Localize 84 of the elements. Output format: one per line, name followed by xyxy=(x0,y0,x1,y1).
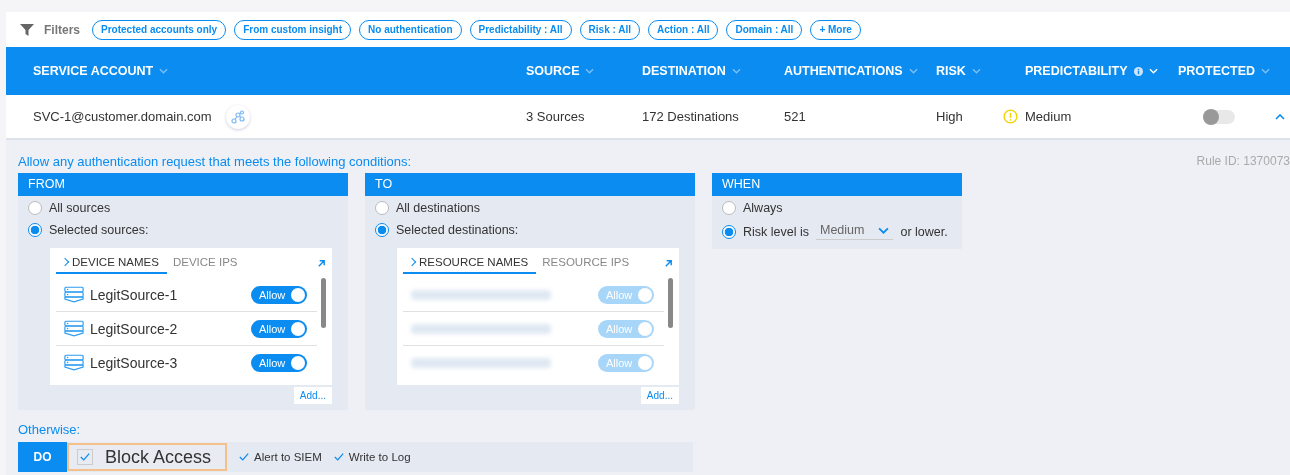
account-name: SVC-1@customer.domain.com xyxy=(33,109,212,124)
graph-icon xyxy=(230,109,245,124)
radio-button[interactable] xyxy=(375,223,389,237)
filter-icon[interactable] xyxy=(20,23,34,36)
server-icon xyxy=(64,354,84,371)
table-cell: Medium xyxy=(1025,109,1072,124)
filter-chip[interactable]: Protected accounts only xyxy=(92,19,227,40)
add-button[interactable]: Add... xyxy=(293,387,332,404)
column-header[interactable]: SOURCE xyxy=(526,64,580,78)
rule-description: Allow any authentication request that meets the following conditions: xyxy=(18,154,412,169)
sort-caret-icon[interactable] xyxy=(159,68,169,74)
allow-toggle[interactable]: Allow xyxy=(251,319,307,338)
expand-arrow-icon[interactable] xyxy=(317,258,326,268)
check-icon xyxy=(333,452,344,462)
allow-toggle[interactable]: Allow xyxy=(251,353,307,372)
panel-header: FROM xyxy=(18,173,348,196)
checkbox[interactable] xyxy=(333,452,344,462)
table-cell: 172 Destinations xyxy=(642,109,739,124)
panel-header: WHEN xyxy=(712,173,962,196)
chevron-down-icon xyxy=(878,226,890,234)
option-label: Selected destinations: xyxy=(396,223,519,237)
tab[interactable]: RESOURCE NAMES xyxy=(403,252,537,274)
filters-label: Filters xyxy=(44,22,80,37)
option-label: All destinations xyxy=(396,201,481,215)
table-cell: High xyxy=(936,109,963,124)
tab[interactable]: RESOURCE IPS xyxy=(536,252,638,274)
server-icon xyxy=(64,320,84,337)
sort-caret-icon[interactable] xyxy=(731,68,741,74)
server-icon xyxy=(64,286,84,303)
expand-arrow-icon[interactable] xyxy=(664,258,673,268)
filter-chip[interactable]: No authentication xyxy=(359,19,462,40)
add-button[interactable]: Add... xyxy=(640,387,679,404)
rule-id: Rule ID: 1370073 xyxy=(1196,154,1290,169)
scrollbar[interactable] xyxy=(321,278,326,328)
collapse-chevron-icon[interactable] xyxy=(1275,113,1285,120)
table-cell: 521 xyxy=(784,109,806,124)
filter-chip[interactable]: Risk : All xyxy=(579,19,641,40)
tab[interactable]: DEVICE NAMES xyxy=(56,252,167,274)
radio-button[interactable] xyxy=(28,201,42,215)
radio-button[interactable] xyxy=(28,223,42,237)
table-cell: 3 Sources xyxy=(526,109,585,124)
check-icon xyxy=(80,452,90,462)
sort-caret-icon[interactable] xyxy=(908,68,918,74)
option-label: All sources xyxy=(49,201,111,215)
filter-chip[interactable]: Predictability : All xyxy=(469,19,572,40)
scrollbar[interactable] xyxy=(668,278,673,328)
info-icon[interactable] xyxy=(1133,66,1143,76)
sort-caret-icon[interactable] xyxy=(585,68,595,74)
checkbox[interactable] xyxy=(77,449,93,465)
radio-button[interactable] xyxy=(375,201,389,215)
source-name: LegitSource-1 xyxy=(90,286,178,303)
protected-toggle[interactable] xyxy=(1203,109,1235,124)
option-label: Risk level is xyxy=(743,224,809,239)
column-header[interactable]: PROTECTED xyxy=(1178,64,1256,78)
source-name: LegitSource-3 xyxy=(90,354,178,371)
source-name: LegitSource-2 xyxy=(90,320,178,337)
allow-toggle[interactable]: Allow xyxy=(251,285,307,304)
filter-chip[interactable]: Action : All xyxy=(648,19,719,40)
sort-caret-icon[interactable] xyxy=(971,68,981,74)
checkbox[interactable] xyxy=(239,452,250,462)
column-header[interactable]: RISK xyxy=(936,64,966,78)
check-icon xyxy=(239,452,250,462)
otherwise-label: Otherwise: xyxy=(18,422,82,437)
action-checkbox[interactable]: Alert to SIEM xyxy=(239,451,322,463)
radio-button[interactable] xyxy=(722,224,736,239)
panel-header: TO xyxy=(365,173,695,196)
filter-chip[interactable]: + More xyxy=(810,19,861,40)
table-row[interactable]: SVC-1@customer.domain.com 3 Sources 172 Destinations 521 High Medium xyxy=(6,95,1290,140)
column-header[interactable]: SERVICE ACCOUNT xyxy=(33,64,154,78)
column-header[interactable]: PREDICTABILITY xyxy=(1025,64,1128,78)
column-header[interactable]: DESTINATION xyxy=(642,64,726,78)
option-label: Selected sources: xyxy=(49,223,149,237)
option-label: Always xyxy=(743,201,783,215)
risk-level-dropdown[interactable]: Medium xyxy=(816,223,894,240)
filter-chip[interactable]: Domain : All xyxy=(726,19,803,40)
column-header[interactable]: AUTHENTICATIONS xyxy=(784,64,903,78)
highlighted-action[interactable]: Block Access xyxy=(67,443,228,471)
radio-button[interactable] xyxy=(722,201,736,215)
option-suffix: or lower. xyxy=(900,224,948,239)
do-label: DO xyxy=(18,442,67,472)
sort-caret-icon[interactable] xyxy=(1261,68,1271,74)
action-checkbox[interactable]: Write to Log xyxy=(333,451,411,463)
filter-chip[interactable]: From custom insight xyxy=(234,19,352,40)
tab[interactable]: DEVICE IPS xyxy=(166,252,246,274)
